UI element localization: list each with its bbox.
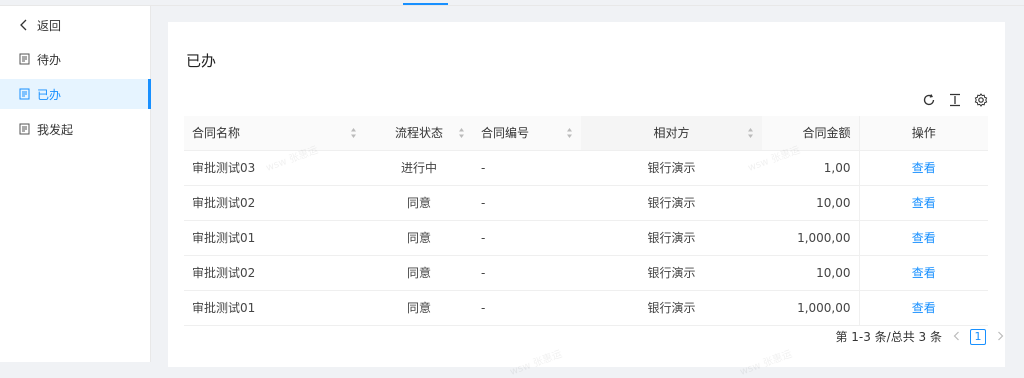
view-link[interactable]: 查看: [912, 266, 936, 280]
main-area: 已办 合同名称 流程状态 合同编号 相对方 合同金额 操作 审批测试03 进行中…: [151, 6, 1024, 378]
chevron-left-icon: [18, 19, 30, 31]
view-link[interactable]: 查看: [912, 196, 936, 210]
cell-counterparty: 银行演示: [581, 290, 762, 326]
column-header-status[interactable]: 流程状态: [365, 116, 473, 151]
cell-amount: 1,00: [762, 150, 859, 186]
sidebar-item-label: 待办: [37, 52, 62, 67]
page-title: 已办: [186, 52, 217, 70]
cell-contract-name: 审批测试03: [184, 150, 365, 186]
cell-status: 同意: [365, 185, 473, 221]
column-header-contract-name[interactable]: 合同名称: [184, 116, 365, 151]
top-tab-indicator: [403, 3, 448, 5]
sort-icon[interactable]: [566, 127, 573, 139]
cell-status: 同意: [365, 290, 473, 326]
cell-contract-code: -: [473, 150, 581, 186]
column-header-amount: 合同金额: [762, 116, 859, 151]
cell-amount: 1,000,00: [762, 290, 859, 326]
document-icon: [18, 53, 30, 65]
table-row: 审批测试02 同意 - 银行演示 10,00 查看: [184, 255, 988, 291]
sort-icon[interactable]: [458, 127, 465, 139]
back-label: 返回: [37, 18, 62, 33]
cell-contract-code: -: [473, 290, 581, 326]
cell-contract-code: -: [473, 255, 581, 291]
prev-page-button[interactable]: [950, 330, 962, 344]
document-icon: [18, 123, 30, 135]
cell-actions: 查看: [858, 255, 988, 291]
cell-actions: 查看: [858, 185, 988, 221]
table-toolbar: [921, 92, 989, 108]
sidebar-item-initiated[interactable]: 我发起: [0, 114, 151, 144]
cell-counterparty: 银行演示: [581, 220, 762, 256]
reload-icon[interactable]: [921, 92, 937, 108]
table-row: 审批测试01 同意 - 银行演示 1,000,00 查看: [184, 290, 988, 326]
sidebar-item-todo[interactable]: 待办: [0, 44, 151, 74]
sidebar-item-label: 已办: [37, 87, 62, 102]
pagination-summary: 第 1-3 条/总共 3 条: [835, 330, 942, 344]
cell-actions: 查看: [858, 290, 988, 326]
sidebar: 返回 待办 已办 我发起: [0, 6, 151, 362]
cell-counterparty: 银行演示: [581, 255, 762, 291]
settings-icon[interactable]: [973, 92, 989, 108]
sort-icon[interactable]: [350, 127, 357, 139]
cell-contract-name: 审批测试02: [184, 185, 365, 221]
content-card: 已办 合同名称 流程状态 合同编号 相对方 合同金额 操作 审批测试03 进行中…: [168, 22, 1005, 378]
pagination: 第 1-3 条/总共 3 条 1: [835, 328, 1006, 345]
view-link[interactable]: 查看: [912, 301, 936, 315]
view-link[interactable]: 查看: [912, 231, 936, 245]
cell-contract-name: 审批测试01: [184, 220, 365, 256]
sort-icon[interactable]: [747, 127, 754, 139]
cell-amount: 1,000,00: [762, 220, 859, 256]
cell-contract-code: -: [473, 185, 581, 221]
cell-actions: 查看: [858, 150, 988, 186]
cell-contract-name: 审批测试02: [184, 255, 365, 291]
back-button[interactable]: 返回: [0, 10, 151, 40]
cell-status: 同意: [365, 255, 473, 291]
table-header-row: 合同名称 流程状态 合同编号 相对方 合同金额 操作: [184, 116, 988, 151]
cell-status: 进行中: [365, 150, 473, 186]
cell-counterparty: 银行演示: [581, 150, 762, 186]
records-table: 合同名称 流程状态 合同编号 相对方 合同金额 操作 审批测试03 进行中 - …: [184, 116, 988, 326]
table-row: 审批测试02 同意 - 银行演示 10,00 查看: [184, 185, 988, 221]
cell-amount: 10,00: [762, 255, 859, 291]
column-height-icon[interactable]: [947, 92, 963, 108]
column-header-counterparty[interactable]: 相对方: [581, 116, 762, 151]
view-link[interactable]: 查看: [912, 161, 936, 175]
sidebar-item-label: 我发起: [37, 122, 74, 137]
table-row: 审批测试03 进行中 - 银行演示 1,00 查看: [184, 150, 988, 186]
column-header-actions: 操作: [858, 116, 988, 151]
table-row: 审批测试01 同意 - 银行演示 1,000,00 查看: [184, 220, 988, 256]
sidebar-item-done[interactable]: 已办: [0, 79, 151, 109]
document-icon: [18, 88, 30, 100]
cell-amount: 10,00: [762, 185, 859, 221]
cell-contract-code: -: [473, 220, 581, 256]
cell-status: 同意: [365, 220, 473, 256]
cell-counterparty: 银行演示: [581, 185, 762, 221]
cell-contract-name: 审批测试01: [184, 290, 365, 326]
page-number-current[interactable]: 1: [970, 328, 986, 345]
column-header-contract-code[interactable]: 合同编号: [473, 116, 581, 151]
cell-actions: 查看: [858, 220, 988, 256]
next-page-button[interactable]: [994, 330, 1006, 344]
